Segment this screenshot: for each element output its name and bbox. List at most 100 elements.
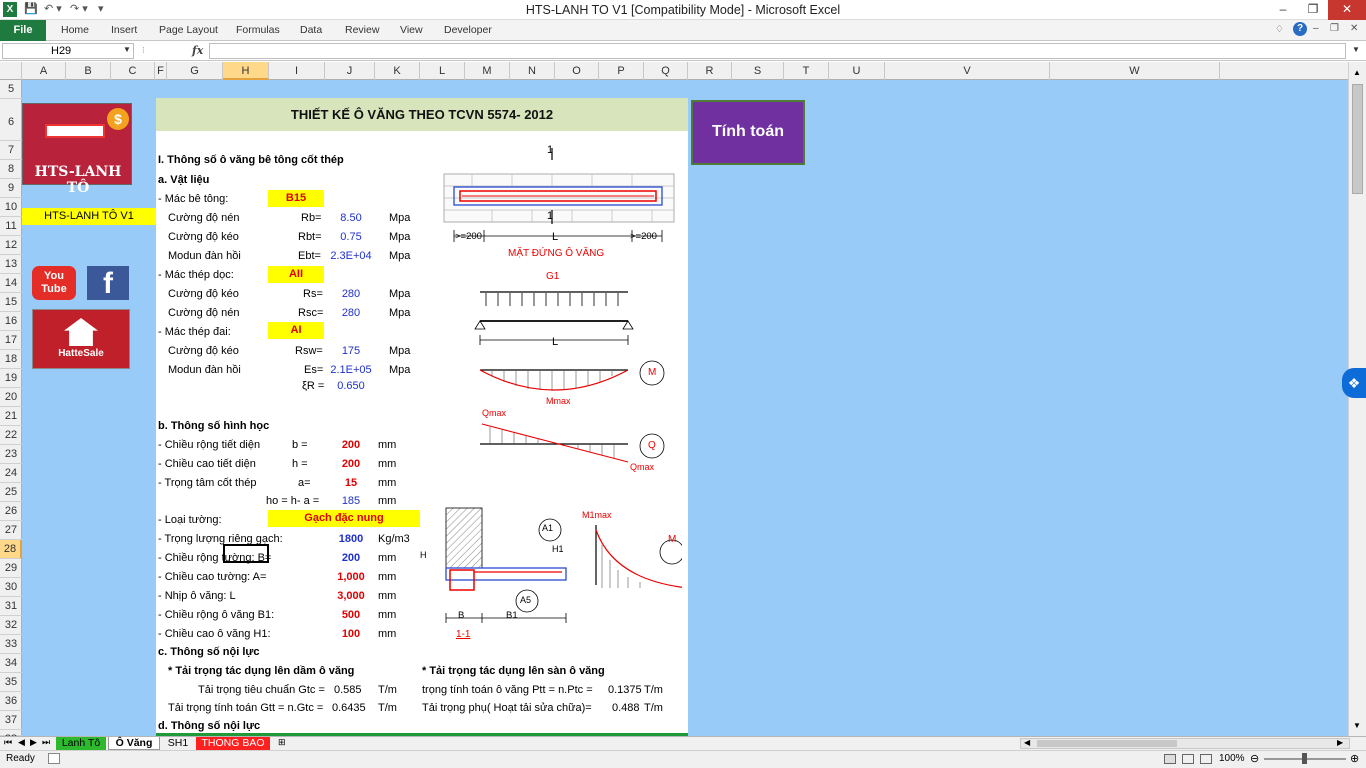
page-layout-view-icon[interactable] <box>1182 754 1194 764</box>
ribbon-minimize-icon[interactable]: – <box>1313 23 1319 34</box>
col-header-l[interactable]: L <box>420 62 465 80</box>
hscroll-left-icon[interactable]: ◀ <box>1024 738 1030 747</box>
wall-type[interactable]: Gạch đặc nung <box>268 510 420 527</box>
sheet-tab-o-vang[interactable]: Ô Văng <box>108 737 160 750</box>
sheet-tab-lanh-to[interactable]: Lanh Tô <box>56 737 106 750</box>
facebook-icon[interactable]: f <box>87 266 129 300</box>
row-header[interactable]: 33 <box>0 635 22 654</box>
row-header[interactable]: 17 <box>0 331 22 350</box>
worksheet-grid[interactable]: $ HTS-LANH TÔ HTS-LANH TÔ V1 You Tube f … <box>22 80 1348 736</box>
row-header[interactable]: 19 <box>0 369 22 388</box>
col-header-f[interactable]: F <box>155 62 167 80</box>
sheet-tab-thong-bao[interactable]: THONG BAO <box>196 737 270 750</box>
tab-home[interactable]: Home <box>61 24 89 36</box>
restore-button[interactable]: ❐ <box>1298 0 1328 20</box>
a-value[interactable]: 15 <box>326 477 376 489</box>
youtube-icon[interactable]: You Tube <box>32 266 76 300</box>
col-header-a[interactable]: A <box>22 62 66 80</box>
hscroll-right-icon[interactable]: ▶ <box>1337 738 1343 747</box>
tab-formulas[interactable]: Formulas <box>236 24 280 36</box>
calculate-button[interactable]: Tính toán <box>691 100 805 165</box>
tab-data[interactable]: Data <box>300 24 322 36</box>
stirrup-grade[interactable]: AI <box>268 322 324 339</box>
macro-record-icon[interactable] <box>48 753 60 764</box>
tab-nav-first-icon[interactable]: ⏮ <box>4 737 12 748</box>
sheet-tab-sh1[interactable]: SH1 <box>162 737 194 750</box>
row-header[interactable]: 37 <box>0 711 22 730</box>
row-header[interactable]: 8 <box>0 160 22 179</box>
scroll-down-icon[interactable]: ▼ <box>1353 721 1361 730</box>
tab-nav-next-icon[interactable]: ▶ <box>30 737 37 748</box>
row-header[interactable]: 20 <box>0 388 22 407</box>
row-header[interactable]: 29 <box>0 559 22 578</box>
row-header[interactable]: 26 <box>0 502 22 521</box>
collapse-ribbon-icon[interactable]: ♢ <box>1275 24 1284 35</box>
bw-value[interactable]: 200 <box>326 552 376 564</box>
col-header-k[interactable]: K <box>375 62 420 80</box>
steel-grade[interactable]: AII <box>268 266 324 283</box>
name-box[interactable]: H29 <box>2 43 134 59</box>
tab-insert[interactable]: Insert <box>111 24 137 36</box>
formula-input[interactable] <box>209 43 1346 59</box>
row-header[interactable]: 30 <box>0 578 22 597</box>
hw-value[interactable]: 1,000 <box>326 571 376 583</box>
col-header-m[interactable]: M <box>465 62 510 80</box>
name-box-dropdown-icon[interactable]: ▼ <box>123 45 131 54</box>
tab-nav-last-icon[interactable]: ⏭ <box>42 737 50 748</box>
help-icon[interactable]: ? <box>1293 22 1307 36</box>
tab-nav-prev-icon[interactable]: ◀ <box>18 737 25 748</box>
row-header[interactable]: 14 <box>0 274 22 293</box>
col-header-c[interactable]: C <box>111 62 155 80</box>
row-header[interactable]: 22 <box>0 426 22 445</box>
gamma-value[interactable]: 1800 <box>326 533 376 545</box>
expand-formula-bar-icon[interactable]: ▼ <box>1352 45 1360 54</box>
row-header[interactable]: 11 <box>0 217 22 236</box>
col-header-g[interactable]: G <box>167 62 223 80</box>
row-header[interactable]: 34 <box>0 654 22 673</box>
dropbox-icon[interactable]: ❖ <box>1342 368 1366 398</box>
scroll-up-icon[interactable]: ▲ <box>1353 68 1361 77</box>
row-header[interactable]: 7 <box>0 141 22 160</box>
vertical-scrollbar[interactable]: ▲ ▼ <box>1348 62 1366 736</box>
tab-developer[interactable]: Developer <box>444 24 492 36</box>
row-header[interactable]: 24 <box>0 464 22 483</box>
formula-bar-handle-icon[interactable]: ⁝ <box>142 45 145 56</box>
col-header-v[interactable]: V <box>885 62 1050 80</box>
row-header[interactable]: 9 <box>0 179 22 198</box>
row-header[interactable]: 16 <box>0 312 22 331</box>
col-header-i[interactable]: I <box>269 62 325 80</box>
col-header-q[interactable]: Q <box>644 62 688 80</box>
b1-value[interactable]: 500 <box>326 609 376 621</box>
tab-view[interactable]: View <box>400 24 423 36</box>
row-header[interactable]: 5 <box>0 80 22 99</box>
col-header-u[interactable]: U <box>829 62 885 80</box>
zoom-slider-thumb[interactable] <box>1302 753 1307 764</box>
tab-review[interactable]: Review <box>345 24 379 36</box>
concrete-grade[interactable]: B15 <box>268 190 324 207</box>
row-header[interactable]: 13 <box>0 255 22 274</box>
col-header-j[interactable]: J <box>325 62 375 80</box>
h-value[interactable]: 200 <box>326 458 376 470</box>
fx-icon[interactable]: fx <box>192 44 203 57</box>
row-header[interactable]: 21 <box>0 407 22 426</box>
row-header[interactable]: 23 <box>0 445 22 464</box>
zoom-level[interactable]: 100% <box>1219 753 1245 764</box>
row-header[interactable]: 31 <box>0 597 22 616</box>
ribbon-close-icon[interactable]: ✕ <box>1350 23 1358 34</box>
minimize-button[interactable]: – <box>1268 0 1298 20</box>
row-header[interactable]: 25 <box>0 483 22 502</box>
row-header[interactable]: 32 <box>0 616 22 635</box>
row-header[interactable]: 36 <box>0 692 22 711</box>
insert-sheet-icon[interactable]: ⊞ <box>278 737 286 748</box>
horizontal-scrollbar[interactable]: ◀ ▶ <box>1020 738 1350 749</box>
col-header-o[interactable]: O <box>555 62 599 80</box>
zoom-out-icon[interactable]: ⊖ <box>1250 752 1259 765</box>
h1-value[interactable]: 100 <box>326 628 376 640</box>
hscroll-thumb[interactable] <box>1037 740 1177 747</box>
row-header[interactable]: 6 <box>0 104 22 141</box>
normal-view-icon[interactable] <box>1164 754 1176 764</box>
row-header[interactable]: 28 <box>0 540 22 559</box>
close-button[interactable]: ✕ <box>1328 0 1366 20</box>
page-break-view-icon[interactable] <box>1200 754 1212 764</box>
hattesale-logo[interactable]: HatteSale <box>32 309 130 369</box>
